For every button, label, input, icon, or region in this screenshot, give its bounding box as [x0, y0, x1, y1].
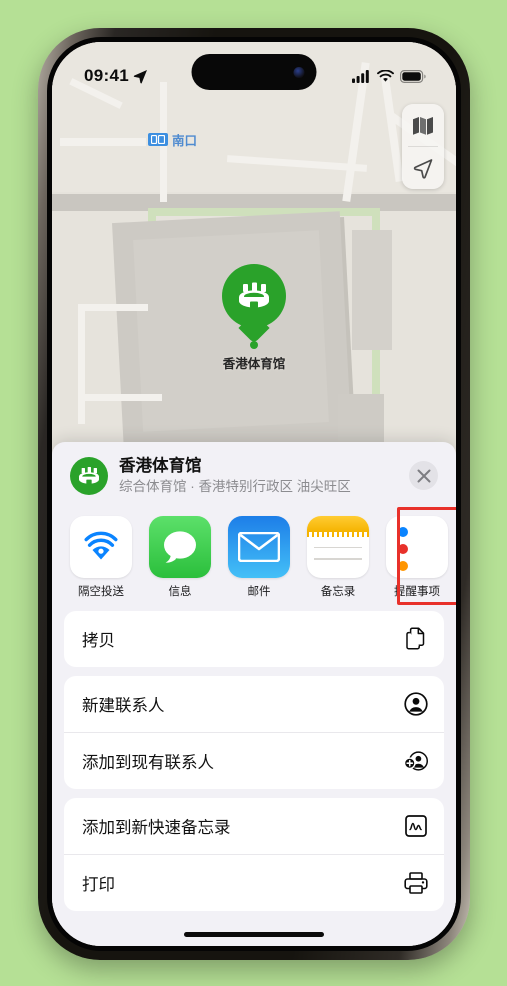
share-app-label: 邮件	[247, 585, 271, 598]
person-circle-icon	[404, 692, 428, 716]
share-app-airdrop[interactable]: 隔空投送	[70, 515, 132, 599]
home-indicator[interactable]	[184, 932, 324, 937]
action-row-new-contact[interactable]: 新建联系人	[64, 676, 444, 732]
location-arrow-icon	[133, 69, 147, 83]
poi-pin-label: 香港体育馆	[222, 357, 286, 371]
reminders-icon	[386, 515, 448, 578]
map-layers-button[interactable]	[402, 104, 444, 146]
navigation-arrow-icon	[413, 159, 433, 179]
action-row-print[interactable]: 打印	[64, 853, 444, 911]
dynamic-island[interactable]	[191, 54, 317, 90]
share-app-mail[interactable]: 邮件	[228, 515, 290, 599]
share-sheet-title: 香港体育馆	[119, 457, 202, 475]
status-bar-right	[352, 69, 426, 83]
phone-bezel: 南口 香港体育馆 09:41 香港体育馆 综合体育馆 · 香港特别行政区 油尖旺…	[47, 37, 461, 951]
action-row-new-quick-note[interactable]: 添加到新快速备忘录	[64, 798, 444, 854]
messages-icon	[149, 515, 211, 578]
share-sheet-header: 香港体育馆 综合体育馆 · 香港特别行政区 油尖旺区	[64, 442, 444, 506]
action-label: 添加到现有联系人	[82, 753, 214, 772]
mail-icon	[228, 515, 290, 578]
status-bar-left: 09:41	[84, 66, 148, 86]
wifi-icon	[377, 69, 394, 82]
action-group-contacts: 新建联系人 添加到现有联系人	[64, 675, 444, 789]
share-sheet-subtitle: 综合体育馆 · 香港特别行政区 油尖旺区	[119, 478, 351, 494]
close-icon	[417, 469, 430, 483]
notes-icon	[307, 515, 369, 578]
action-group-copy: 拷贝	[64, 610, 444, 667]
share-app-label: 信息	[168, 585, 192, 598]
share-app-notes[interactable]: 备忘录	[307, 515, 369, 599]
map-controls	[402, 104, 444, 189]
share-app-reminders[interactable]: 提醒事项	[386, 515, 448, 599]
poi-pin-group[interactable]: 香港体育馆	[222, 264, 286, 372]
share-sheet-title-group: 香港体育馆 综合体育馆 · 香港特别行政区 油尖旺区	[119, 456, 398, 496]
quick-note-icon	[404, 814, 428, 838]
transit-label-text: 南口	[172, 134, 198, 148]
battery-full-icon	[400, 69, 426, 83]
action-label: 新建联系人	[82, 696, 165, 715]
share-app-label: 提醒事项	[394, 585, 440, 598]
front-camera-icon	[293, 66, 305, 78]
map-layers-icon	[413, 117, 433, 135]
share-apps-row: 隔空投送 信息 邮件 备忘录 提醒事项	[64, 506, 456, 611]
action-label: 拷贝	[82, 631, 115, 650]
close-button[interactable]	[409, 461, 438, 491]
transit-station-label[interactable]: 南口	[148, 130, 197, 149]
printer-icon	[404, 871, 428, 895]
poi-pin[interactable]	[222, 264, 286, 328]
action-label: 打印	[82, 875, 115, 894]
subway-station-icon	[148, 133, 168, 146]
locate-me-button[interactable]	[402, 147, 444, 189]
airdrop-icon	[70, 515, 132, 578]
share-sheet: 香港体育馆 综合体育馆 · 香港特别行政区 油尖旺区 隔空投送 信息 邮件 备忘…	[52, 442, 456, 946]
action-label: 添加到新快速备忘录	[82, 818, 231, 837]
share-app-messages[interactable]: 信息	[149, 515, 211, 599]
share-app-label: 隔空投送	[78, 585, 124, 598]
action-group-notes: 添加到新快速备忘录 打印	[64, 797, 444, 911]
phone-frame: 南口 香港体育馆 09:41 香港体育馆 综合体育馆 · 香港特别行政区 油尖旺…	[38, 28, 470, 960]
poi-thumbnail-icon	[70, 456, 108, 495]
poi-pin-anchor-dot	[250, 341, 258, 349]
phone-screen: 南口 香港体育馆 09:41 香港体育馆 综合体育馆 · 香港特别行政区 油尖旺…	[52, 42, 456, 946]
status-time-text: 09:41	[84, 66, 129, 85]
stadium-icon	[79, 466, 99, 484]
action-row-add-existing-contact[interactable]: 添加到现有联系人	[64, 731, 444, 789]
action-row-copy[interactable]: 拷贝	[64, 611, 444, 667]
copy-documents-icon	[404, 627, 428, 651]
person-badge-plus-icon	[404, 749, 428, 773]
cellular-bars-icon	[352, 69, 369, 83]
stadium-icon	[239, 282, 269, 308]
share-app-label: 备忘录	[320, 585, 356, 598]
